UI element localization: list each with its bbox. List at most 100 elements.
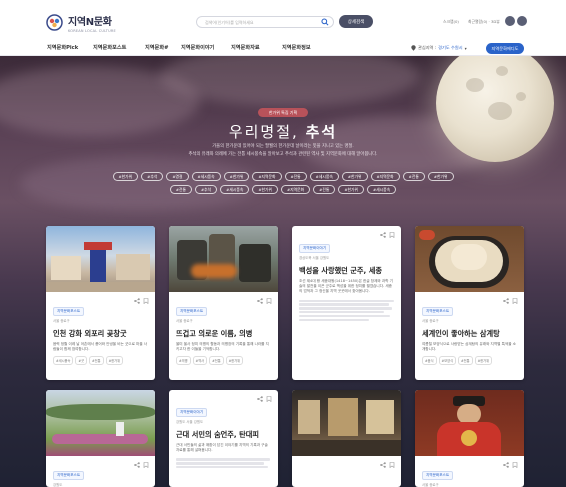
hero-title-prefix: 우리명절,	[228, 123, 299, 141]
bookmark-icon[interactable]	[143, 462, 149, 468]
bookmark-icon[interactable]	[143, 298, 149, 304]
card-title[interactable]: 백성을 사랑했던 군주, 세종	[299, 266, 394, 276]
card-tag[interactable]: #보양식	[438, 356, 457, 366]
card-tag[interactable]: #의병	[176, 356, 191, 366]
region-selector[interactable]: 관심지역 : 경기도 수원시 ▾	[411, 45, 467, 51]
nav-item-pick[interactable]: 지역문화Pick	[47, 44, 78, 51]
hashtag[interactable]: #추석	[141, 172, 164, 181]
nav-item-story[interactable]: 지역문화이야기	[181, 44, 214, 51]
content-card[interactable]: 지역문화이야기 강원도 서울 강원도 근대 서민의 숨언주, 탄대피 근대 서민…	[169, 390, 278, 487]
share-icon[interactable]	[134, 462, 140, 468]
hashtag[interactable]: #지역문화	[370, 172, 400, 181]
hashtag[interactable]: #한가위	[223, 172, 250, 181]
hashtag[interactable]: #전통	[402, 172, 425, 181]
hashtag[interactable]: #한가위	[427, 172, 454, 181]
hashtag[interactable]: #전통	[313, 185, 336, 194]
scrap-link[interactable]: 스크랩(0)	[443, 19, 459, 25]
hashtag[interactable]: #세시풍속	[191, 172, 221, 181]
card-image	[292, 390, 401, 456]
share-icon[interactable]	[503, 298, 509, 304]
card-tag[interactable]: #한가위	[105, 356, 124, 366]
hashtag[interactable]: #전통	[169, 185, 192, 194]
card-region: 강원도	[53, 483, 63, 487]
card-tag[interactable]: #한가위	[225, 356, 244, 366]
facebook-icon[interactable]	[505, 16, 515, 26]
search-icon[interactable]	[321, 18, 329, 26]
card-tag[interactable]: #세시풍속	[53, 356, 74, 366]
hashtag[interactable]: #한가위	[112, 172, 139, 181]
content-card[interactable]: 지역문화포스트 서울 종로구	[415, 390, 524, 487]
card-tag[interactable]: #굿	[75, 356, 88, 366]
bookmark-icon[interactable]	[389, 462, 395, 468]
chevron-down-icon: ▾	[464, 45, 467, 51]
bookmark-icon[interactable]	[512, 462, 518, 468]
card-description: 조선 제4대 왕 세종대왕(1418~1450)은 한글 창제와 과학 기술의 …	[299, 279, 393, 294]
card-tag[interactable]: #역사	[192, 356, 208, 366]
hero-title: 우리명절, 추석	[0, 121, 566, 142]
card-region: 서울 종로구	[422, 319, 439, 323]
share-icon[interactable]	[503, 462, 509, 468]
card-image	[169, 226, 278, 292]
search-box	[196, 16, 334, 28]
card-title[interactable]: 근대 서민의 숨언주, 탄대피	[176, 430, 271, 440]
card-tag[interactable]: #한가위	[474, 356, 493, 366]
share-icon[interactable]	[380, 232, 386, 238]
main-nav: 지역문화Pick 지역문화포스트 지역문화# 지역문화이야기 지역문화자료 지역…	[0, 42, 566, 56]
search-input[interactable]	[205, 19, 322, 25]
card-image	[415, 226, 524, 292]
hero-description-line1: 가을의 한가운데 있어야 되는 팔월의 한가운데 날이라는 뜻을 지니고 있는 …	[212, 144, 354, 149]
hashtag[interactable]: #추석	[195, 185, 218, 194]
hashtag[interactable]: #전통	[284, 172, 307, 181]
card-image	[46, 226, 155, 292]
share-icon[interactable]	[257, 298, 263, 304]
card-tag[interactable]: #전통	[458, 356, 473, 366]
bookmark-icon[interactable]	[389, 232, 395, 238]
hashtag[interactable]: #한가위	[252, 185, 278, 194]
hashtag[interactable]: #세시풍속	[367, 185, 397, 194]
hashtag[interactable]: #세시풍속	[309, 172, 339, 181]
bookmark-icon[interactable]	[266, 396, 272, 402]
card-category-badge: 지역문화포스트	[53, 471, 85, 480]
content-card[interactable]	[292, 390, 401, 487]
content-card[interactable]: 지역문화포스트 서울 종로구 뜨겁고 의로운 이름, 의병 을미 을사 정미 의…	[169, 226, 278, 380]
card-title[interactable]: 세계인이 좋아하는 삼계탕	[422, 329, 517, 339]
recent-link[interactable]: 최근열람(0) · 3D뷰	[468, 19, 500, 25]
hashtag[interactable]: #지역문화	[281, 185, 311, 194]
hashtag[interactable]: #세시풍속	[220, 185, 250, 194]
region-culture-button[interactable]: 지역문화에디도	[486, 43, 524, 54]
region-label: 관심지역 :	[418, 45, 437, 50]
hashtag[interactable]: #명절	[166, 172, 189, 181]
nav-item-hashtag[interactable]: 지역문화#	[145, 44, 168, 51]
bookmark-icon[interactable]	[512, 298, 518, 304]
nav-item-data[interactable]: 지역문화자료	[231, 44, 260, 51]
hashtag[interactable]: #한가위	[338, 185, 364, 194]
card-description: 음력 정월 이레 날 어촌에서 풍어와 안녕을 비는 굿으로 마을 사람들이 함…	[53, 342, 148, 352]
text-placeholder-lines	[176, 458, 271, 469]
share-icon[interactable]	[134, 298, 140, 304]
bookmark-icon[interactable]	[266, 298, 272, 304]
hero-description-line2: 추석의 유래와 의례에 가는 전통 세시풍속을 알아보고 추석과 관련된 역사 …	[188, 152, 378, 157]
detail-search-button[interactable]: 상세검색	[339, 15, 373, 28]
hashtag[interactable]: #한가위	[341, 172, 368, 181]
nav-item-post[interactable]: 지역문화포스트	[93, 44, 126, 51]
hashtag[interactable]: #지역문화	[252, 172, 282, 181]
card-tag[interactable]: #음식	[422, 356, 437, 366]
card-tag[interactable]: #전통	[209, 356, 224, 366]
site-logo[interactable]: 지역N문화 KOREAN LOCAL CULTURE	[46, 12, 116, 33]
card-image	[46, 390, 155, 456]
card-category-badge: 지역문화포스트	[422, 307, 454, 316]
youtube-icon[interactable]	[517, 16, 527, 26]
share-icon[interactable]	[380, 462, 386, 468]
content-card[interactable]: 지역문화포스트 서울 종로구 인천 강화 외포리 곶창굿 음력 정월 이레 날 …	[46, 226, 155, 380]
card-title[interactable]: 인천 강화 외포리 곶창굿	[53, 329, 148, 339]
card-region: 서울 종로구	[422, 483, 439, 487]
card-title[interactable]: 뜨겁고 의로운 이름, 의병	[176, 329, 271, 339]
nav-item-info[interactable]: 지역문화정보	[282, 44, 311, 51]
share-icon[interactable]	[257, 396, 263, 402]
content-card[interactable]: 지역문화포스트 강원도	[46, 390, 155, 487]
content-card[interactable]: 지역문화이야기 경상도북 서울 강원도 백성을 사랑했던 군주, 세종 조선 제…	[292, 226, 401, 380]
card-category-badge: 지역문화이야기	[299, 244, 331, 253]
content-card[interactable]: 지역문화포스트 서울 종로구 세계인이 좋아하는 삼계탕 여름철 보양식으로 사…	[415, 226, 524, 380]
card-tag[interactable]: #전통	[89, 356, 104, 366]
card-description: 여름철 보양식으로 사랑받는 삼계탕의 유래와 지역별 특색을 소개합니다.	[422, 342, 516, 352]
